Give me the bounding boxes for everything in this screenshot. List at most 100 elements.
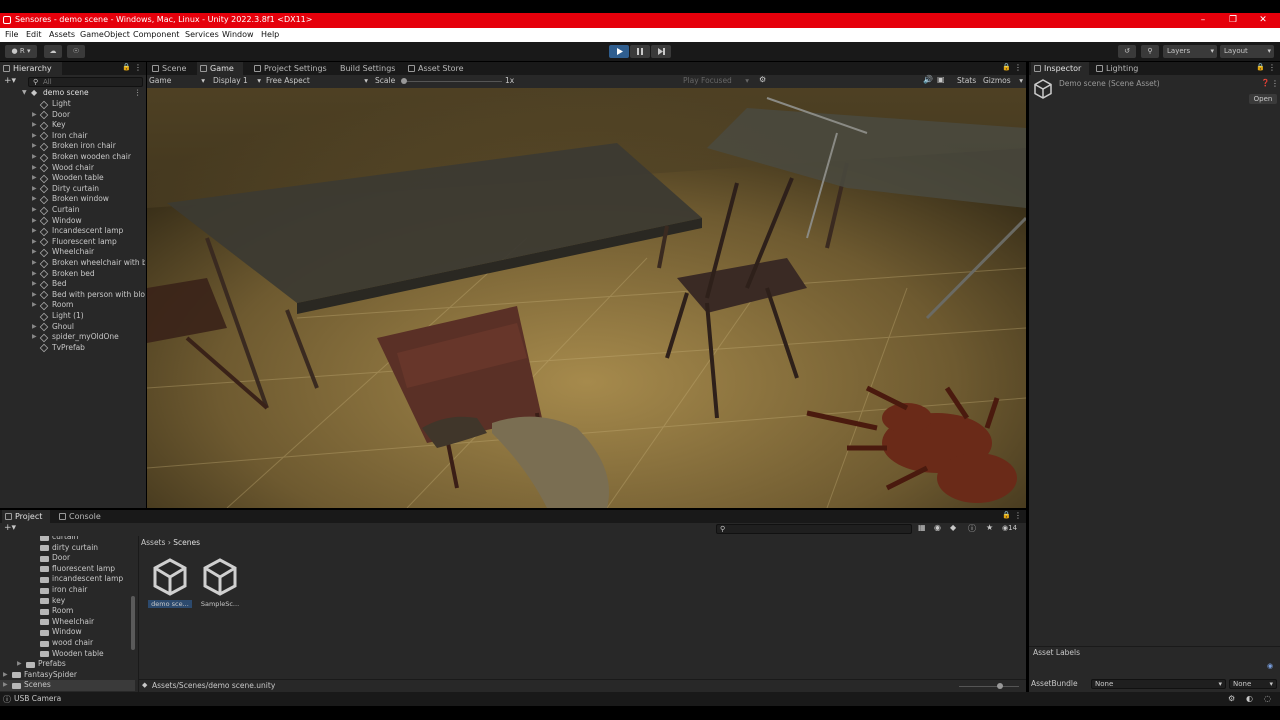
hierarchy-item[interactable]: ▶ Broken wooden chair xyxy=(0,152,145,163)
stats-button[interactable]: Stats xyxy=(957,76,976,85)
project-folder-item[interactable]: iron chair xyxy=(0,585,135,596)
settings-icon[interactable]: ⚙ xyxy=(759,75,766,84)
hierarchy-item[interactable]: ▶ Ghoul xyxy=(0,322,145,333)
step-button[interactable] xyxy=(651,45,671,58)
lock-icon[interactable]: 🔒 xyxy=(1002,511,1011,519)
hierarchy-item[interactable]: ▶ Wooden table xyxy=(0,173,145,184)
project-folder-item[interactable]: Room xyxy=(0,606,135,617)
tab-console[interactable]: Console xyxy=(56,510,108,523)
expand-arrow-icon[interactable]: ▶ xyxy=(32,163,37,174)
tab-inspector[interactable]: Inspector xyxy=(1031,62,1089,75)
project-folder-item[interactable]: wood chair xyxy=(0,638,135,649)
project-folder-item[interactable]: ▶ Scenes xyxy=(0,680,135,691)
progress-icon[interactable]: ◐ xyxy=(1246,694,1253,703)
menu-services[interactable]: Services xyxy=(185,30,219,39)
kebab-menu-icon[interactable]: ⋮ xyxy=(1014,63,1022,72)
expand-arrow-icon[interactable]: ▶ xyxy=(32,194,37,205)
hidden-packages-count[interactable]: ◉14 xyxy=(1002,524,1017,532)
hierarchy-item[interactable]: ▶ Bed xyxy=(0,279,145,290)
expand-arrow-icon[interactable]: ▶ xyxy=(32,152,37,163)
hierarchy-item[interactable]: ▶ Window xyxy=(0,216,145,227)
project-folder-item[interactable]: Window xyxy=(0,627,135,638)
scene-root-row[interactable]: ▼ ◆ demo scene ⋮ xyxy=(0,88,145,99)
project-folder-item[interactable]: Wheelchair xyxy=(0,617,135,628)
kebab-menu-icon[interactable]: ⋮ xyxy=(1271,79,1279,88)
expand-arrow-icon[interactable]: ▶ xyxy=(32,205,37,216)
activity-icon[interactable]: ◌ xyxy=(1264,694,1271,703)
hierarchy-item[interactable]: ▶ Dirty curtain xyxy=(0,184,145,195)
expand-arrow-icon[interactable]: ▶ xyxy=(32,258,37,269)
expand-arrow-icon[interactable]: ▶ xyxy=(32,279,37,290)
bug-icon[interactable]: ⚙ xyxy=(1228,694,1235,703)
icon-size-slider[interactable] xyxy=(959,683,1019,689)
lock-icon[interactable]: 🔒 xyxy=(1002,63,1011,71)
expand-arrow-icon[interactable]: ▶ xyxy=(32,237,37,248)
hierarchy-item[interactable]: ▶ Broken window xyxy=(0,194,145,205)
open-button[interactable]: Open xyxy=(1249,94,1277,104)
icon-size-slider-handle[interactable] xyxy=(997,683,1003,689)
menu-window[interactable]: Window xyxy=(222,30,254,39)
lock-icon[interactable]: 🔒 xyxy=(1256,63,1265,71)
menu-assets[interactable]: Assets xyxy=(49,30,75,39)
create-button[interactable]: +▾ xyxy=(4,523,24,534)
expand-arrow-icon[interactable]: ▼ xyxy=(22,88,27,99)
pause-button[interactable] xyxy=(630,45,650,58)
expand-arrow-icon[interactable]: ▶ xyxy=(32,173,37,184)
project-folder-item[interactable]: curtain xyxy=(0,536,135,543)
project-folder-item[interactable]: ▶ FantasySpider xyxy=(0,670,135,681)
search-button[interactable]: ⚲ xyxy=(1141,45,1159,58)
project-search-input[interactable]: ⚲ xyxy=(716,524,912,534)
expand-arrow-icon[interactable]: ▶ xyxy=(32,184,37,195)
cloud-button[interactable]: ☁ xyxy=(44,45,62,58)
project-folder-item[interactable]: Wooden table xyxy=(0,649,135,660)
tab-game[interactable]: Game xyxy=(197,62,243,75)
maximize-button[interactable]: ❐ xyxy=(1220,14,1246,26)
scale-slider[interactable] xyxy=(401,78,502,84)
account-button[interactable]: ● R ▾ xyxy=(5,45,37,58)
menu-gameobject[interactable]: GameObject xyxy=(80,30,130,39)
expand-arrow-icon[interactable]: ▶ xyxy=(32,290,37,301)
gizmos-dropdown[interactable]: Gizmos ▾ xyxy=(983,76,1025,85)
hierarchy-item[interactable]: ▶ Room xyxy=(0,300,145,311)
tab-hierarchy[interactable]: Hierarchy xyxy=(0,62,62,75)
game-mode-dropdown[interactable]: Game ▾ xyxy=(149,76,207,85)
minimize-button[interactable]: – xyxy=(1190,14,1216,26)
filter-type-icon[interactable]: ◉ xyxy=(934,523,941,532)
hierarchy-item[interactable]: Light (1) xyxy=(0,311,145,322)
aspect-dropdown[interactable]: Free Aspect ▾ xyxy=(266,76,370,85)
tab-scene[interactable]: Scene xyxy=(149,62,195,75)
hierarchy-item[interactable]: ▶ Incandescent lamp xyxy=(0,226,145,237)
game-view-viewport[interactable] xyxy=(147,88,1026,508)
breadcrumb-scenes[interactable]: Scenes xyxy=(173,538,200,547)
hierarchy-item[interactable]: ▶ Fluorescent lamp xyxy=(0,237,145,248)
collab-button[interactable]: ☉ xyxy=(67,45,85,58)
kebab-menu-icon[interactable]: ⋮ xyxy=(1014,511,1022,520)
kebab-menu-icon[interactable]: ⋮ xyxy=(1268,63,1276,72)
tab-asset-store[interactable]: Asset Store xyxy=(405,62,467,75)
expand-arrow-icon[interactable]: ▶ xyxy=(32,226,37,237)
project-folder-item[interactable]: key xyxy=(0,596,135,607)
project-folder-item[interactable]: fluorescent lamp xyxy=(0,564,135,575)
asset-bundle-variant-dropdown[interactable]: None ▾ xyxy=(1229,679,1277,689)
asset-sample-scene[interactable]: SampleSc... xyxy=(198,558,242,614)
expand-arrow-icon[interactable]: ▶ xyxy=(32,131,37,142)
label-tag-icon[interactable]: ◉ xyxy=(1267,662,1273,670)
expand-arrow-icon[interactable]: ▶ xyxy=(32,247,37,258)
filter-label-icon[interactable]: ◆ xyxy=(950,523,956,532)
speaker-icon[interactable]: 🔊 xyxy=(923,75,933,84)
hierarchy-item[interactable]: ▶ spider_myOldOne xyxy=(0,332,145,343)
display-dropdown[interactable]: Display 1 ▾ xyxy=(213,76,263,85)
expand-arrow-icon[interactable]: ▶ xyxy=(32,332,37,343)
hierarchy-item[interactable]: Light xyxy=(0,99,145,110)
asset-demo-scene[interactable]: demo sce... xyxy=(148,558,192,614)
scale-slider-handle[interactable] xyxy=(401,78,407,84)
tab-build-settings[interactable]: Build Settings xyxy=(337,62,399,75)
play-button[interactable] xyxy=(609,45,629,58)
status-message[interactable]: USB Camera xyxy=(14,694,61,703)
scene-search-icon[interactable]: ▦ xyxy=(918,523,926,532)
hierarchy-item[interactable]: ▶ Iron chair xyxy=(0,131,145,142)
lock-icon[interactable]: 🔒 xyxy=(122,63,131,71)
expand-arrow-icon[interactable]: ▶ xyxy=(32,216,37,227)
expand-arrow-icon[interactable]: ▶ xyxy=(17,659,22,670)
history-button[interactable]: ↺ xyxy=(1118,45,1136,58)
